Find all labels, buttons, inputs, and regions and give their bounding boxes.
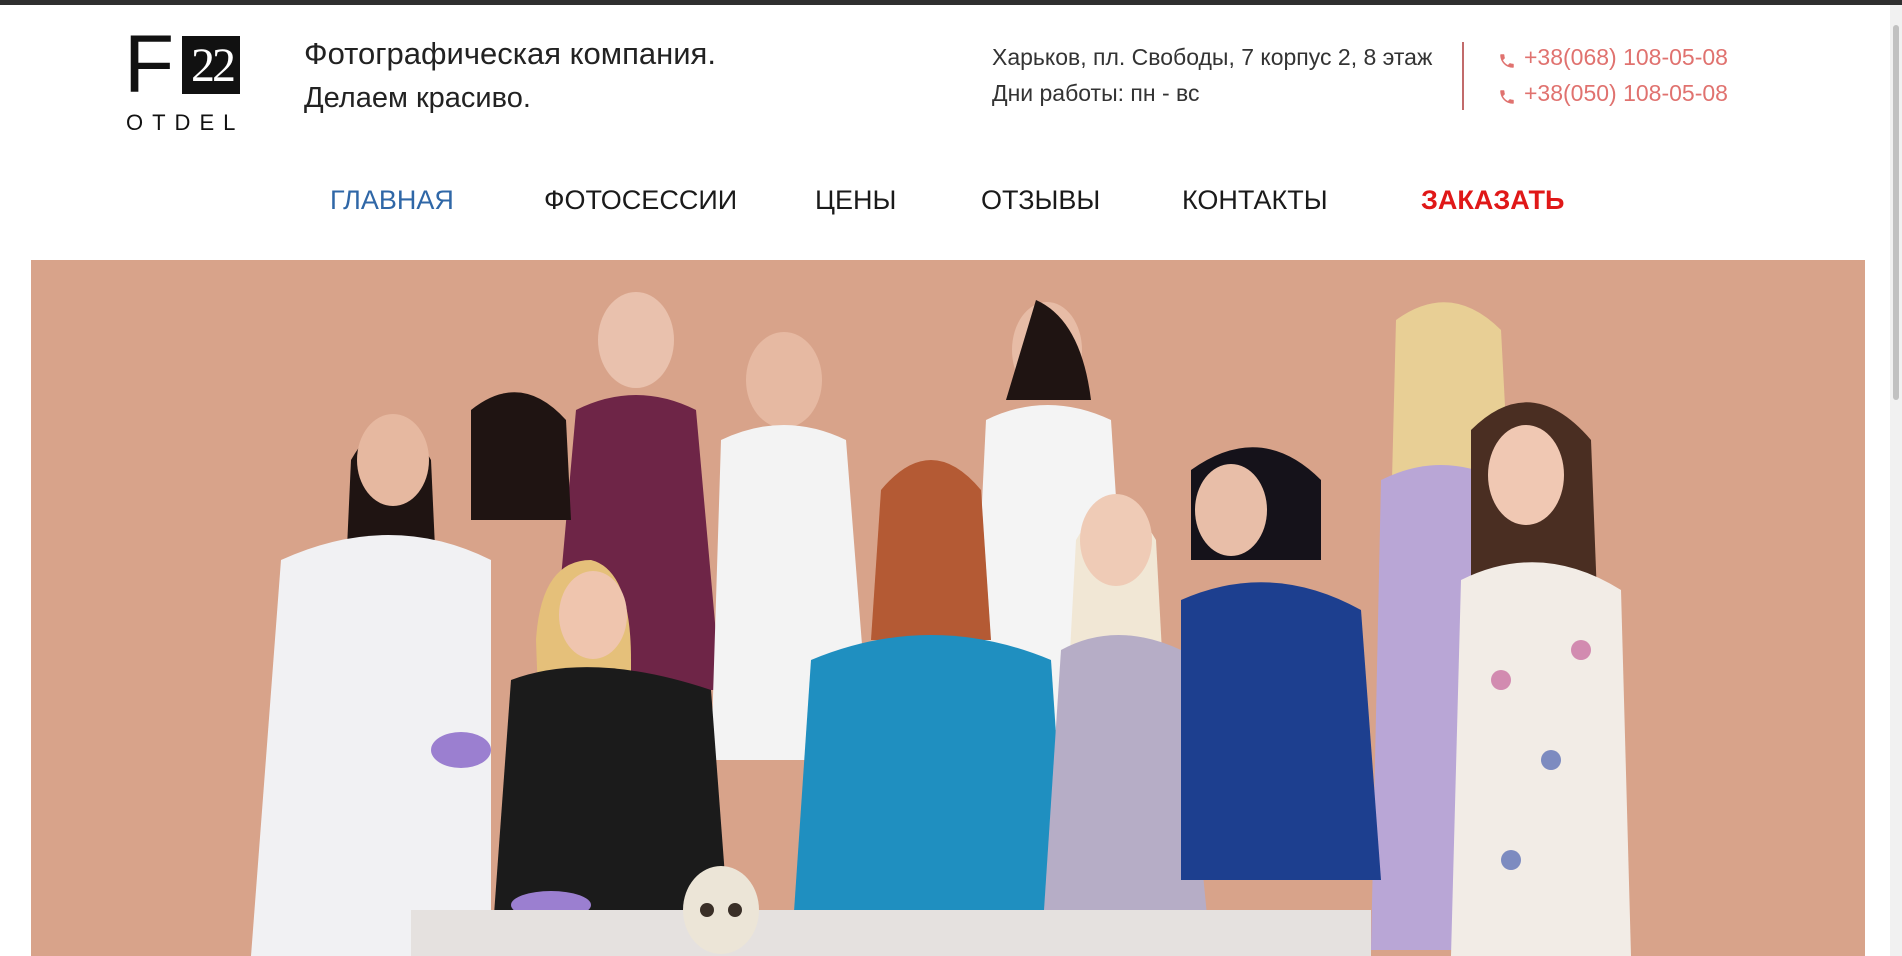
phone-icon xyxy=(1498,49,1516,68)
contact-divider xyxy=(1462,42,1464,110)
logo-number: 22 xyxy=(191,39,236,92)
site-logo[interactable]: F 22 OTDEL xyxy=(124,24,245,136)
phone-number-2: +38(050) 108-05-08 xyxy=(1524,80,1728,106)
address-text: Харьков, пл. Свободы, 7 корпус 2, 8 этаж xyxy=(992,44,1433,70)
page-scrollbar[interactable] xyxy=(1890,5,1902,956)
phone-link-1[interactable]: +38(068) 108-05-08 xyxy=(1498,44,1728,71)
logo-letter: F xyxy=(124,19,175,110)
top-border xyxy=(0,0,1902,5)
nav-photoshoots[interactable]: ФОТОСЕССИИ xyxy=(544,185,737,216)
tagline-line-2: Делаем красиво. xyxy=(304,82,531,114)
nav-order-button[interactable]: ЗАКАЗАТЬ xyxy=(1421,185,1564,216)
nav-contacts[interactable]: КОНТАКТЫ xyxy=(1182,185,1328,216)
nav-home[interactable]: ГЛАВНАЯ xyxy=(330,185,454,216)
nav-prices[interactable]: ЦЕНЫ xyxy=(815,185,896,216)
tagline-line-1: Фотографическая компания. xyxy=(304,36,716,71)
hero-group-photo xyxy=(31,260,1865,956)
working-hours: Дни работы: пн - вс xyxy=(992,80,1200,106)
scrollbar-thumb[interactable] xyxy=(1893,25,1899,400)
phone-link-2[interactable]: +38(050) 108-05-08 xyxy=(1498,80,1728,107)
phone-number-1: +38(068) 108-05-08 xyxy=(1524,44,1728,70)
phone-icon xyxy=(1498,85,1516,104)
logo-subtext: OTDEL xyxy=(126,110,245,135)
nav-reviews[interactable]: ОТЗЫВЫ xyxy=(981,185,1100,216)
